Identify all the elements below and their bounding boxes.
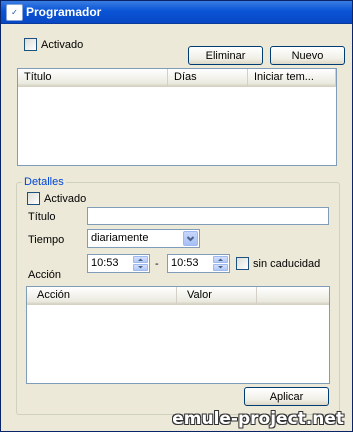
- end-time-value: 10:53: [171, 257, 199, 269]
- start-time-field[interactable]: 10:53: [87, 254, 150, 273]
- start-time-value: 10:53: [91, 257, 119, 269]
- column-header-value[interactable]: Valor: [177, 287, 257, 304]
- spinner-down-icon[interactable]: [213, 264, 228, 271]
- title-label: Título: [28, 211, 56, 223]
- column-header-action[interactable]: Acción: [27, 287, 177, 304]
- watermark: emule-project.net: [172, 409, 344, 429]
- activated-label: Activado: [41, 38, 84, 51]
- column-header-title[interactable]: Título: [18, 69, 168, 86]
- action-list-header: Acción Valor: [27, 287, 329, 305]
- end-time-spinner[interactable]: [213, 256, 228, 271]
- time-label: Tiempo: [28, 234, 65, 246]
- scheduler-app-icon: ✓: [6, 4, 23, 21]
- details-group-title: Detalles: [22, 176, 66, 188]
- title-input[interactable]: [87, 207, 329, 225]
- spinner-up-icon[interactable]: [213, 256, 228, 263]
- schedule-list-header: Título Días Iniciar tem...: [18, 69, 336, 87]
- new-button[interactable]: Nuevo: [270, 46, 345, 65]
- dropdown-button[interactable]: [183, 231, 198, 246]
- schedule-list[interactable]: Título Días Iniciar tem...: [17, 68, 337, 166]
- apply-button[interactable]: Aplicar: [244, 387, 329, 406]
- start-time-spinner[interactable]: [133, 256, 148, 271]
- chevron-down-icon: [186, 236, 195, 242]
- action-label: Acción: [28, 269, 62, 281]
- spinner-down-icon[interactable]: [133, 264, 148, 271]
- window-title: Programador: [26, 5, 102, 19]
- column-header-start-time[interactable]: Iniciar tem...: [248, 69, 336, 86]
- details-activated-checkbox[interactable]: Activado: [27, 192, 86, 205]
- frequency-select[interactable]: diariamente: [87, 229, 200, 248]
- frequency-select-value: diariamente: [91, 232, 149, 244]
- checkbox-box[interactable]: [27, 192, 40, 205]
- column-header-days[interactable]: Días: [168, 69, 248, 86]
- spinner-up-icon[interactable]: [133, 256, 148, 263]
- end-time-field[interactable]: 10:53: [167, 254, 230, 273]
- no-expiry-label: sin caducidad: [253, 257, 321, 270]
- action-list[interactable]: Acción Valor: [26, 286, 330, 384]
- activated-checkbox[interactable]: Activado: [24, 38, 83, 51]
- delete-button[interactable]: Eliminar: [188, 46, 263, 65]
- time-range-separator: -: [155, 258, 159, 270]
- checkbox-box[interactable]: [236, 257, 249, 270]
- scheduler-window: ✓ Programador Activado Eliminar Nuevo Tí…: [0, 0, 353, 432]
- checkbox-box[interactable]: [24, 38, 37, 51]
- no-expiry-checkbox[interactable]: sin caducidad: [236, 257, 320, 270]
- details-activated-label: Activado: [44, 192, 87, 205]
- title-bar: ✓ Programador: [1, 1, 352, 24]
